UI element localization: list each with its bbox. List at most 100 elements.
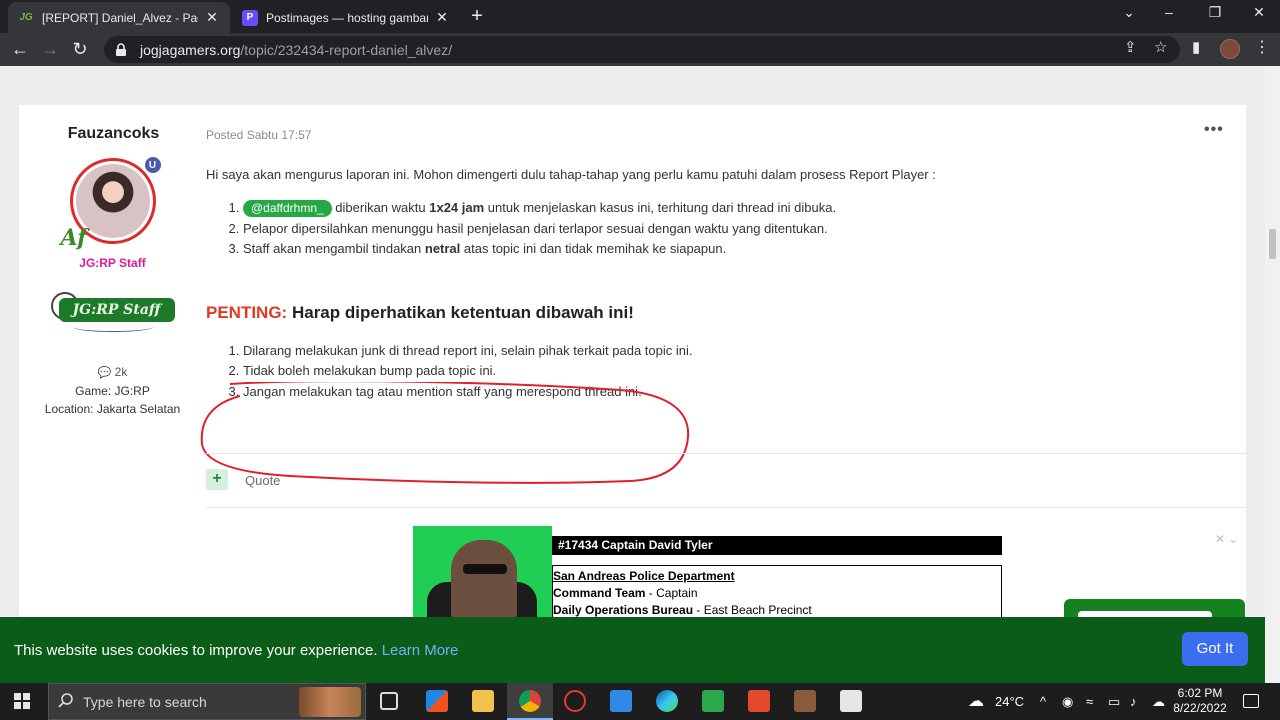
signature-line: Command Team - Captain — [553, 585, 1001, 602]
page-scrollbar[interactable] — [1265, 66, 1280, 683]
wifi-icon[interactable]: ≈ — [1086, 694, 1093, 709]
notification-center-icon[interactable] — [1243, 694, 1259, 708]
chrome-icon[interactable] — [519, 690, 541, 712]
close-tab-icon[interactable]: ✕ — [204, 9, 220, 26]
learn-more-link[interactable]: Learn More — [382, 642, 459, 659]
author-avatar[interactable]: U Af — [61, 155, 163, 251]
author-game: Game: JG:RP — [75, 384, 150, 398]
back-arrow-icon[interactable]: ← — [9, 39, 31, 61]
staff-banner-label: JG:RP Staff — [58, 298, 175, 322]
forward-arrow-icon[interactable]: → — [39, 39, 61, 61]
staff-banner-image: JG:RP Staff — [50, 292, 175, 336]
browser-menu-icon[interactable]: ⋮ — [1254, 37, 1270, 57]
post-content: Hi saya akan mengurus laporan ini. Mohon… — [206, 167, 1186, 402]
post-card: Fauzancoks U Af JG:RP Staff JG:RP Staff … — [19, 105, 1246, 683]
task-view-icon[interactable] — [380, 692, 398, 710]
windows-start-icon[interactable] — [14, 693, 30, 709]
windows-taskbar: Type here to search ☁ 24°C ^ ◉ ≈ ▭ ♪ ☁ 6… — [0, 683, 1280, 720]
author-panel: Fauzancoks U Af JG:RP Staff JG:RP Staff … — [19, 105, 206, 418]
bookmark-star-icon[interactable]: ☆ — [1154, 38, 1167, 56]
author-name[interactable]: Fauzancoks — [19, 125, 206, 143]
side-panel-icon[interactable]: ▮ — [1192, 38, 1200, 56]
list-item: Pelapor dipersilahkan menunggu hasil pen… — [243, 219, 1186, 240]
clock-date: 8/22/2022 — [1173, 701, 1227, 715]
close-tab-icon[interactable]: ✕ — [434, 9, 450, 26]
search-placeholder: Type here to search — [83, 694, 207, 710]
edge-icon[interactable] — [656, 690, 678, 712]
step-text: untuk menjelaskan kasus ini, terhitung d… — [484, 200, 837, 215]
taskbar-search-box[interactable]: Type here to search — [48, 683, 366, 720]
signature-hide-icon[interactable]: ✕ ⌄ — [1215, 532, 1238, 546]
author-group: JG:RP Staff — [79, 256, 146, 270]
post-count-value: 2k — [114, 365, 128, 379]
heading-text: Harap diperhatikan ketentuan dibawah ini… — [287, 302, 634, 322]
taskbar-clock[interactable]: 6:02 PM 8/22/2022 — [1172, 686, 1228, 716]
file-explorer-icon[interactable] — [472, 690, 494, 712]
page-viewport: Fauzancoks U Af JG:RP Staff JG:RP Staff … — [0, 66, 1280, 683]
share-icon[interactable]: ⇪ — [1124, 38, 1137, 56]
post-date[interactable]: Posted Sabtu 17:57 — [206, 128, 311, 142]
browser-toolbar: ← → ↻ jogjagamers.org/topic/232434-repor… — [0, 33, 1280, 66]
jg-favicon-icon: JG — [19, 12, 33, 23]
step-text: Pelapor dipersilahkan menunggu hasil pen… — [243, 220, 828, 236]
list-item: Dilarang melakukan junk di thread report… — [243, 341, 1186, 362]
cookie-text: This website uses cookies to improve you… — [14, 642, 378, 659]
lock-icon — [116, 42, 126, 56]
signature-line-bold: Daily Operations Bureau — [553, 603, 694, 617]
signature-line-rest: - Captain — [645, 586, 698, 600]
scrollbar-thumb[interactable] — [1269, 229, 1276, 259]
author-initials-logo: Af — [60, 225, 87, 251]
close-window-icon[interactable]: ✕ — [1244, 4, 1274, 21]
office-icon[interactable] — [748, 690, 770, 712]
step-bold: 1x24 jam — [429, 200, 485, 215]
document-app-icon[interactable] — [840, 690, 862, 712]
address-bar[interactable]: jogjagamers.org/topic/232434-report-dani… — [104, 36, 1180, 63]
quote-button[interactable]: Quote — [245, 473, 280, 488]
tab-title: Postimages — hosting gambar g — [266, 10, 428, 25]
tab-search-chevron-icon[interactable]: ⌄ — [1114, 4, 1144, 21]
url-path: /topic/232434-report-daniel_alvez/ — [240, 41, 453, 58]
step-bold: netral — [424, 241, 461, 256]
tab-postimages[interactable]: P Postimages — hosting gambar g ✕ — [232, 2, 460, 33]
volume-icon[interactable]: ♪ — [1130, 694, 1137, 709]
signature-box: San Andreas Police Department Command Te… — [552, 565, 1002, 625]
reload-icon[interactable]: ↻ — [69, 39, 91, 61]
battery-icon[interactable]: ▭ — [1108, 694, 1120, 710]
step-text: Staff akan mengambil tindakan — [243, 241, 425, 256]
weather-temp[interactable]: 24°C — [995, 694, 1024, 709]
list-item: Staff akan mengambil tindakan netral ata… — [243, 239, 1186, 260]
microsoft-store-icon[interactable] — [426, 690, 448, 712]
rank-badge-icon: U — [142, 155, 163, 175]
onedrive-cloud-icon[interactable]: ☁ — [1152, 694, 1165, 710]
person-shape — [451, 540, 517, 624]
mail-icon[interactable] — [610, 690, 632, 712]
game-app-icon[interactable] — [794, 690, 816, 712]
user-mention[interactable]: @daffdrhmn_ — [243, 200, 332, 217]
clock-time: 6:02 PM — [1177, 686, 1223, 700]
minimize-icon[interactable]: – — [1154, 4, 1184, 20]
new-tab-plus-icon[interactable]: + — [466, 5, 488, 28]
red-hand-drawn-circle-annotation — [200, 382, 690, 484]
tray-chevron-up-icon[interactable]: ^ — [1040, 694, 1046, 709]
cloud-weather-icon[interactable]: ☁ — [968, 691, 984, 711]
postimages-favicon-icon: P — [242, 9, 258, 26]
post-options-more-icon[interactable]: ••• — [1204, 121, 1224, 139]
divider — [206, 453, 1246, 454]
got-it-button[interactable]: Got It — [1182, 632, 1248, 666]
signature-line-bold: Command Team — [553, 586, 646, 600]
excel-like-icon[interactable] — [702, 690, 724, 712]
tray-app-icon[interactable]: ◉ — [1062, 694, 1073, 710]
game-launcher-icon[interactable] — [564, 690, 586, 712]
tab-report[interactable]: JG [REPORT] Daniel_Alvez - Page 2 - ✕ — [8, 2, 230, 33]
signature-department: San Andreas Police Department — [553, 569, 735, 583]
important-heading: PENTING: Harap diperhatikan ketentuan di… — [206, 303, 1186, 323]
restore-icon[interactable]: ❐ — [1200, 4, 1230, 21]
profile-avatar[interactable] — [1220, 39, 1240, 59]
sunglasses-shape — [463, 564, 507, 574]
banner-ornament — [72, 322, 153, 332]
step-text: atas topic ini dan tidak memihak ke siap… — [460, 241, 727, 256]
signature-header: #17434 Captain David Tyler — [552, 536, 1002, 555]
post-intro: Hi saya akan mengurus laporan ini. Mohon… — [206, 167, 936, 182]
multiquote-plus-button[interactable]: + — [206, 469, 228, 490]
post-count: 💬 2k — [19, 363, 206, 382]
